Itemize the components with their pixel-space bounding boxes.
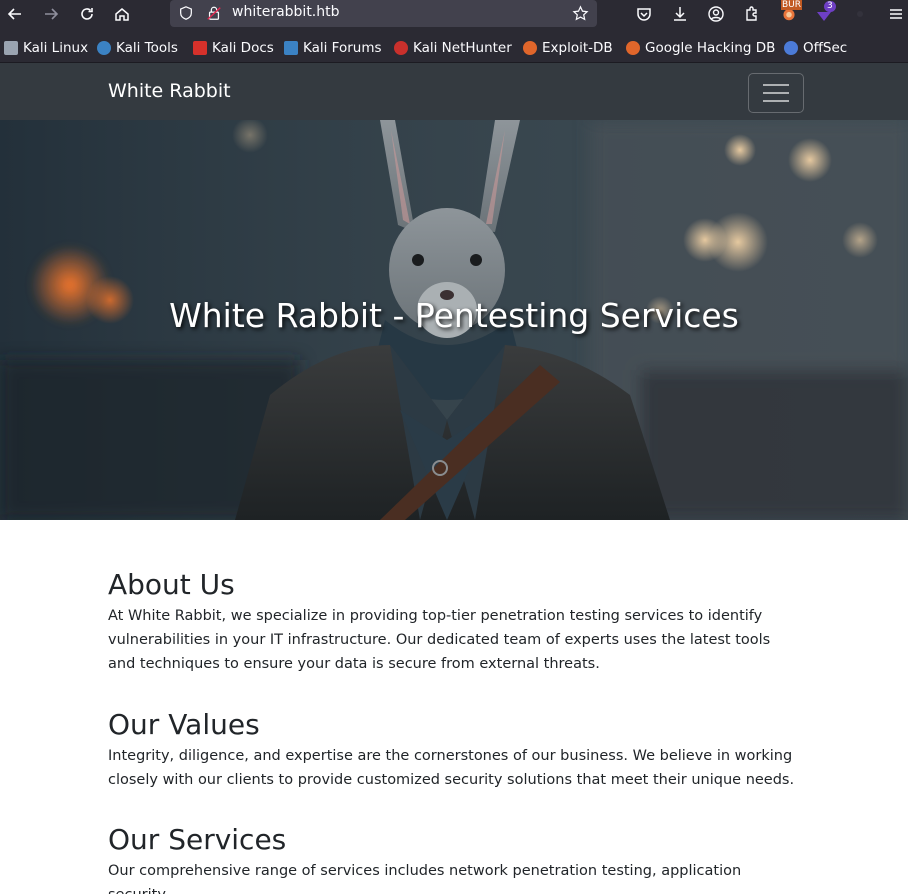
toggler-bar — [763, 84, 789, 86]
burp-extension-button[interactable]: BUR — [776, 0, 803, 26]
home-button[interactable] — [109, 2, 135, 26]
bookmarks-bar: Kali Linux Kali Tools Kali Docs Kali For… — [0, 30, 908, 63]
bookmark-label: OffSec — [803, 40, 848, 56]
hamburger-menu-icon — [890, 9, 902, 19]
back-arrow-icon — [7, 8, 21, 20]
menu-button[interactable] — [883, 2, 908, 26]
reload-icon — [81, 8, 93, 20]
reload-button[interactable] — [74, 2, 100, 26]
forward-arrow-icon — [45, 8, 59, 20]
about-text: At White Rabbit, we specialize in provid… — [108, 607, 771, 672]
bookmark-kali-tools[interactable]: Kali Tools — [97, 39, 178, 57]
extensions-button[interactable] — [739, 2, 765, 26]
values-heading: Our Values — [108, 708, 260, 741]
kali-tools-icon — [97, 41, 111, 55]
ghdb-icon — [626, 41, 640, 55]
bookmark-offsec[interactable]: OffSec — [784, 39, 847, 57]
home-icon — [115, 8, 129, 21]
bookmark-kali-docs[interactable]: Kali Docs — [193, 39, 274, 57]
hero-title: White Rabbit - Pentesting Services — [169, 296, 739, 335]
downloads-button[interactable] — [667, 2, 693, 26]
kali-dragon-icon — [4, 41, 18, 55]
forward-button[interactable] — [38, 2, 64, 26]
offsec-icon — [784, 41, 798, 55]
nethunter-icon — [394, 41, 408, 55]
values-text: Integrity, diligence, and expertise are … — [108, 747, 795, 788]
url-bar[interactable]: whiterabbit.htb — [170, 0, 597, 27]
values-section: Our Values Integrity, diligence, and exp… — [108, 708, 798, 792]
bookmark-label: Kali Forums — [303, 40, 382, 56]
pocket-icon — [637, 8, 651, 21]
kali-forums-icon — [284, 41, 298, 55]
insecure-lock-icon[interactable] — [205, 4, 223, 22]
bookmark-label: Kali Linux — [23, 40, 89, 56]
extension-slot[interactable] — [847, 2, 873, 26]
kali-docs-icon — [193, 41, 207, 55]
bookmark-google-hacking-db[interactable]: Google Hacking DB — [626, 39, 775, 57]
site-navbar: White Rabbit — [0, 63, 908, 120]
services-heading: Our Services — [108, 823, 287, 856]
toggler-bar — [763, 92, 789, 94]
bookmark-kali-linux[interactable]: Kali Linux — [4, 39, 88, 57]
burp-label: BUR — [781, 0, 803, 10]
exploitdb-icon — [523, 41, 537, 55]
toggler-bar — [763, 100, 789, 102]
about-section: About Us At White Rabbit, we specialize … — [108, 568, 798, 676]
bookmark-kali-forums[interactable]: Kali Forums — [284, 39, 382, 57]
back-button[interactable] — [2, 2, 28, 26]
services-section: Our Services Our comprehensive range of … — [108, 823, 798, 894]
bookmark-label: Kali NetHunter — [413, 40, 512, 56]
bookmark-label: Google Hacking DB — [645, 40, 776, 56]
shield-icon[interactable] — [177, 4, 195, 22]
extension-badge-count: 3 — [824, 1, 836, 12]
bookmark-label: Exploit-DB — [542, 40, 613, 56]
hero-banner: White Rabbit - Pentesting Services — [0, 120, 908, 520]
services-text: Our comprehensive range of services incl… — [108, 862, 742, 894]
bookmark-label: Kali Docs — [212, 40, 274, 56]
bookmark-exploit-db[interactable]: Exploit-DB — [523, 39, 613, 57]
url-text[interactable]: whiterabbit.htb — [232, 4, 340, 20]
foxyproxy-button[interactable]: 3 — [811, 1, 837, 26]
account-icon — [708, 6, 724, 22]
bookmark-star-icon[interactable] — [571, 4, 589, 22]
extension-placeholder-icon — [857, 11, 863, 17]
puzzle-icon — [746, 6, 757, 21]
browser-toolbar: whiterabbit.htb BUR 3 — [0, 0, 908, 30]
bookmark-kali-nethunter[interactable]: Kali NetHunter — [394, 39, 512, 57]
pocket-button[interactable] — [631, 2, 657, 26]
bookmark-label: Kali Tools — [116, 40, 178, 56]
account-button[interactable] — [703, 2, 729, 26]
navbar-toggler-button[interactable] — [748, 73, 804, 113]
download-icon — [674, 7, 686, 21]
navbar-brand[interactable]: White Rabbit — [108, 80, 231, 102]
about-heading: About Us — [108, 568, 235, 601]
